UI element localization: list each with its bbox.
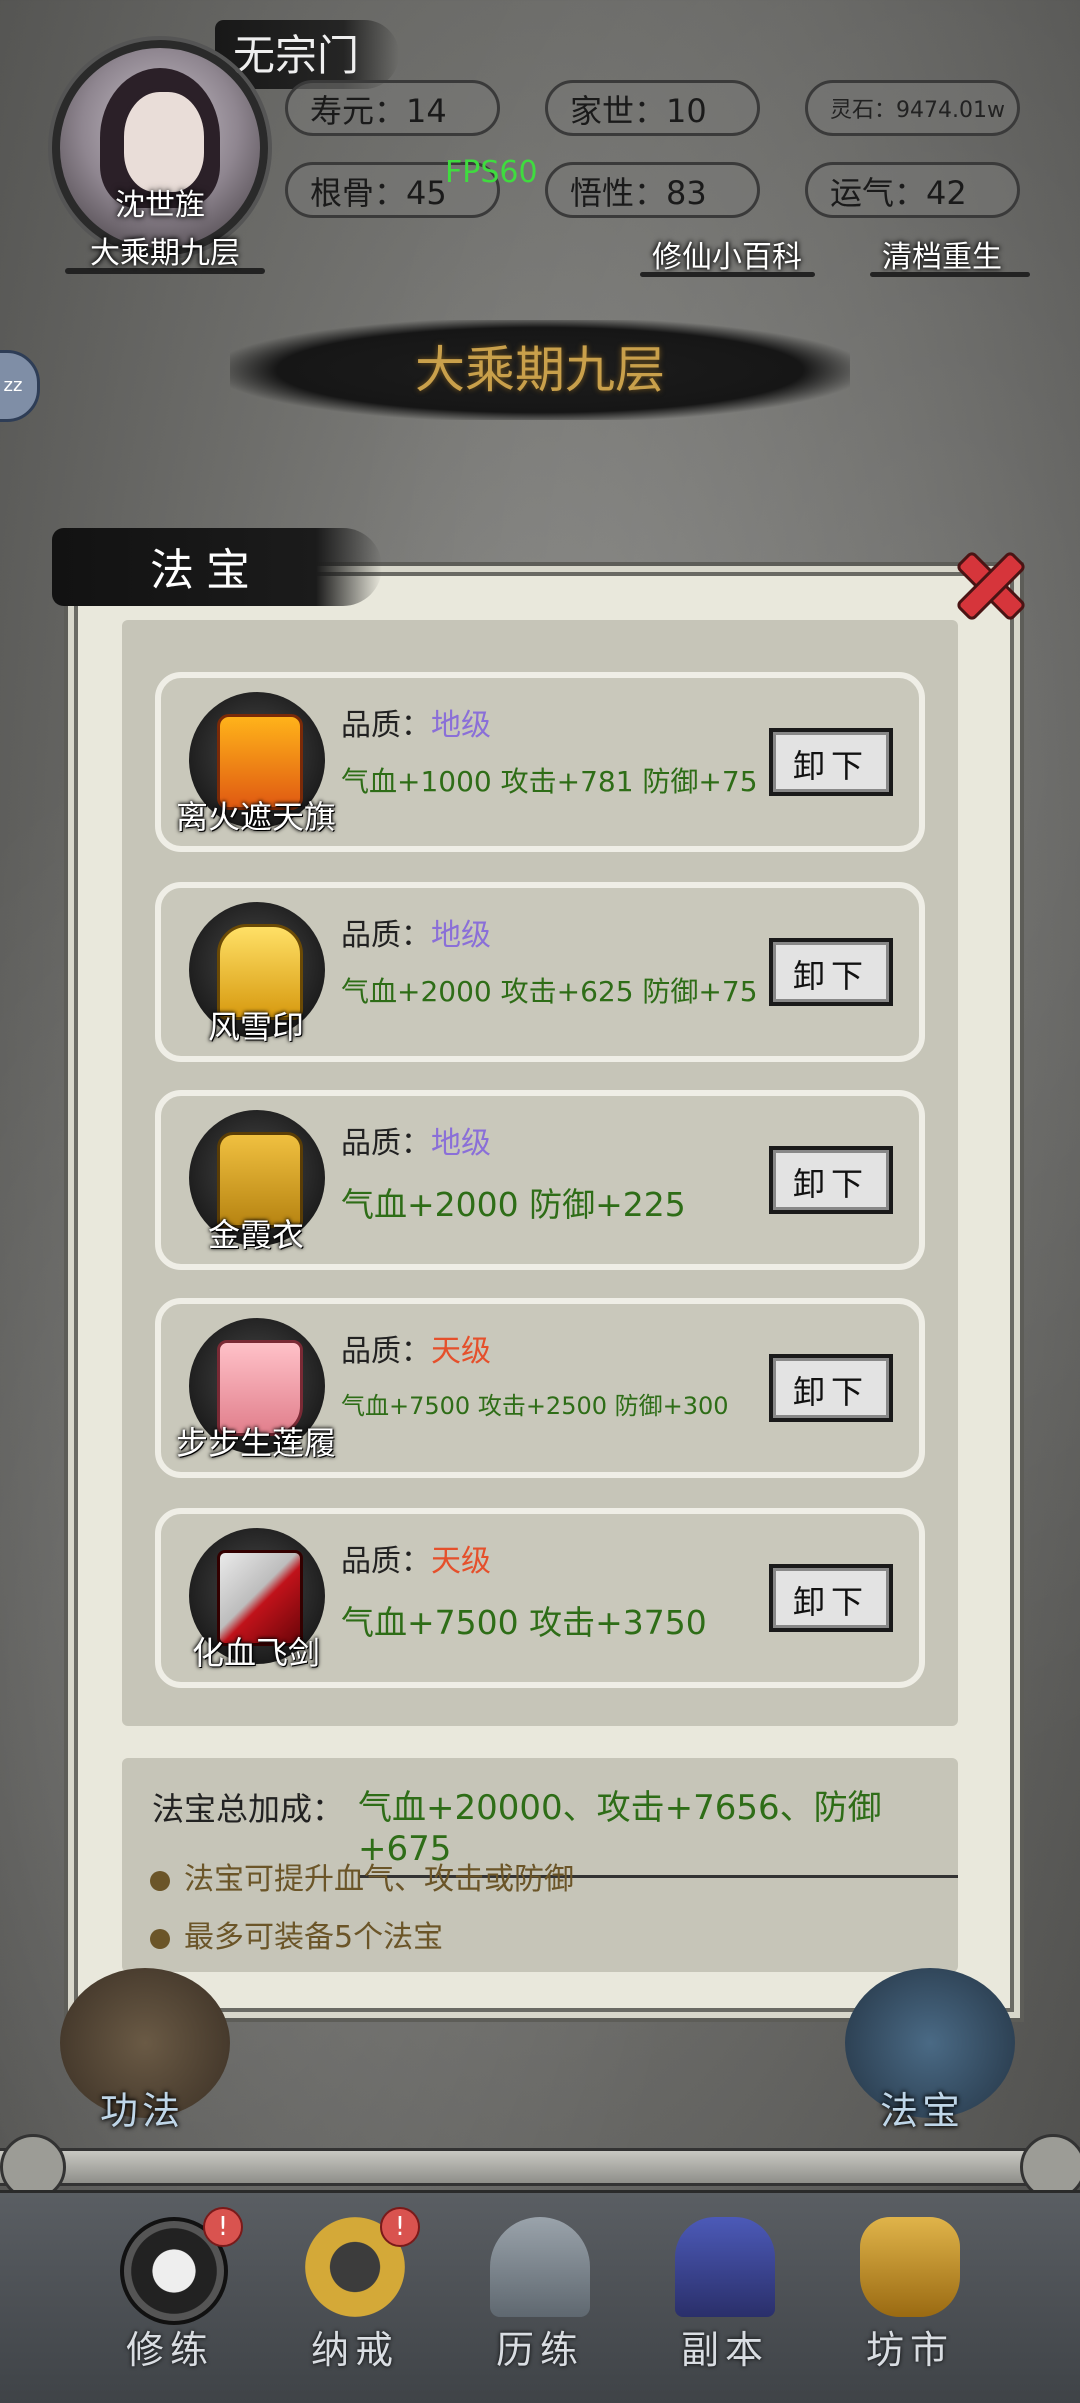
stat-comprehension: 悟性：83 xyxy=(545,162,760,218)
treasure-item: 风雪印 品质：地级 气血+2000 攻击+625 防御+75 卸下 xyxy=(155,882,925,1062)
wiki-underline xyxy=(640,272,815,277)
tip-1: 法宝可提升血气、攻击或防御 xyxy=(150,1854,574,1898)
quality-row: 品质：地级 xyxy=(341,708,491,743)
quality-value: 地级 xyxy=(431,918,491,953)
modal-title: 法宝 xyxy=(150,545,262,596)
bullet-icon xyxy=(150,1928,170,1949)
pagoda-icon xyxy=(675,2217,775,2317)
quality-value: 天级 xyxy=(431,1544,491,1579)
cauldron-icon xyxy=(860,2217,960,2317)
unequip-button[interactable]: 卸下 xyxy=(769,728,893,796)
bullet-icon xyxy=(150,1870,170,1891)
realm-banner: 大乘期九层 xyxy=(230,320,850,420)
quality-value: 天级 xyxy=(431,1334,491,1369)
stat-lifespan: 寿元：14 xyxy=(285,80,500,136)
bottom-nav: ! 修练 ! 纳戒 历练 副本 坊市 xyxy=(0,2190,1080,2403)
nav-ring[interactable]: ! 纳戒 xyxy=(270,2207,440,2387)
fabao-label[interactable]: 法宝 xyxy=(880,2080,964,2135)
fps-counter: FPS60 xyxy=(445,155,538,190)
unequip-button[interactable]: 卸下 xyxy=(769,1146,893,1214)
close-button[interactable] xyxy=(944,540,1030,626)
quality-value: 地级 xyxy=(431,1126,491,1161)
quality-row: 品质：天级 xyxy=(341,1334,491,1369)
item-name: 金霞衣 xyxy=(207,1216,304,1254)
item-name: 步步生莲履 xyxy=(175,1424,336,1462)
unequip-button[interactable]: 卸下 xyxy=(769,1564,893,1632)
quality-value: 地级 xyxy=(431,708,491,743)
unequip-button[interactable]: 卸下 xyxy=(769,938,893,1006)
item-name: 化血飞剑 xyxy=(191,1634,320,1672)
treasure-item: 化血飞剑 品质：天级 气血+7500 攻击+3750 卸下 xyxy=(155,1508,925,1688)
treasure-item: 离火遮天旗 品质：地级 气血+1000 攻击+781 防御+75 卸下 xyxy=(155,672,925,852)
alert-badge: ! xyxy=(380,2207,420,2247)
mountain-icon xyxy=(490,2217,590,2317)
reset-underline xyxy=(870,272,1030,277)
quality-row: 品质：天级 xyxy=(341,1544,491,1579)
quality-row: 品质：地级 xyxy=(341,918,491,953)
item-stats: 气血+7500 攻击+3750 xyxy=(341,1603,707,1642)
bonus-label: 法宝总加成： xyxy=(152,1790,345,1828)
treasure-item: 步步生莲履 品质：天级 气血+7500 攻击+2500 防御+300 卸下 xyxy=(155,1298,925,1478)
wiki-link[interactable]: 修仙小百科 xyxy=(652,232,802,276)
bonus-panel: 法宝总加成： 气血+20000、攻击+7656、防御+675 法宝可提升血气、攻… xyxy=(122,1758,958,1972)
treasure-item: 金霞衣 品质：地级 气血+2000 防御+225 卸下 xyxy=(155,1090,925,1270)
item-stats: 气血+2000 防御+225 xyxy=(341,1185,686,1224)
gongfa-label[interactable]: 功法 xyxy=(100,2080,184,2135)
stat-luck: 运气：42 xyxy=(805,162,1020,218)
item-name: 风雪印 xyxy=(207,1008,304,1046)
stat-spirit-stone: 灵石：9474.01w xyxy=(805,80,1020,136)
reset-link[interactable]: 清档重生 xyxy=(882,232,1002,276)
nav-trial[interactable]: 历练 xyxy=(455,2207,625,2387)
item-stats: 气血+7500 攻击+2500 防御+300 xyxy=(341,1392,729,1420)
item-stats: 气血+2000 攻击+625 防御+75 xyxy=(341,975,758,1008)
stat-family: 家世：10 xyxy=(545,80,760,136)
player-realm: 大乘期九层 xyxy=(90,236,240,271)
player-name: 沈世旌 xyxy=(115,188,205,223)
scroll-rod xyxy=(0,2148,1080,2186)
unequip-button[interactable]: 卸下 xyxy=(769,1354,893,1422)
quality-row: 品质：地级 xyxy=(341,1126,491,1161)
nav-dungeon[interactable]: 副本 xyxy=(640,2207,810,2387)
alert-badge: ! xyxy=(203,2207,243,2247)
item-name: 离火遮天旗 xyxy=(175,798,336,836)
tip-2: 最多可装备5个法宝 xyxy=(150,1912,443,1956)
nav-cultivate[interactable]: ! 修练 xyxy=(85,2207,255,2387)
nav-market[interactable]: 坊市 xyxy=(825,2207,995,2387)
item-stats: 气血+1000 攻击+781 防御+75 xyxy=(341,765,758,798)
